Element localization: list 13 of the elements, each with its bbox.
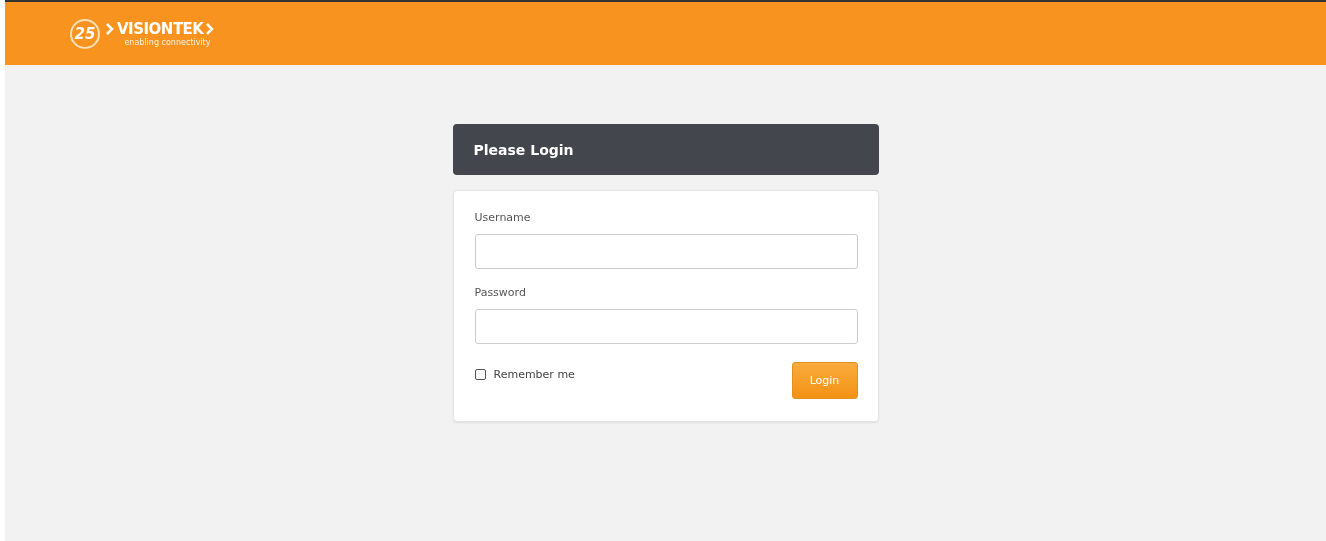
chevron-icon: [106, 23, 114, 35]
field-label: Password: [474, 286, 527, 299]
login-button[interactable]: Login: [791, 362, 858, 399]
password-field[interactable]: [474, 309, 858, 344]
checkbox[interactable]: [474, 369, 486, 380]
chevron-icon: [206, 23, 215, 35]
logo-badge: 25: [70, 18, 100, 49]
checkbox-label: Remember me: [493, 368, 575, 381]
brand-name: VISIONTEK: [117, 20, 204, 38]
field-label: Username: [474, 211, 532, 224]
panel-title: Please Login: [473, 141, 574, 158]
username-field[interactable]: [474, 234, 858, 269]
tagline: enabling connectivity: [124, 38, 211, 47]
